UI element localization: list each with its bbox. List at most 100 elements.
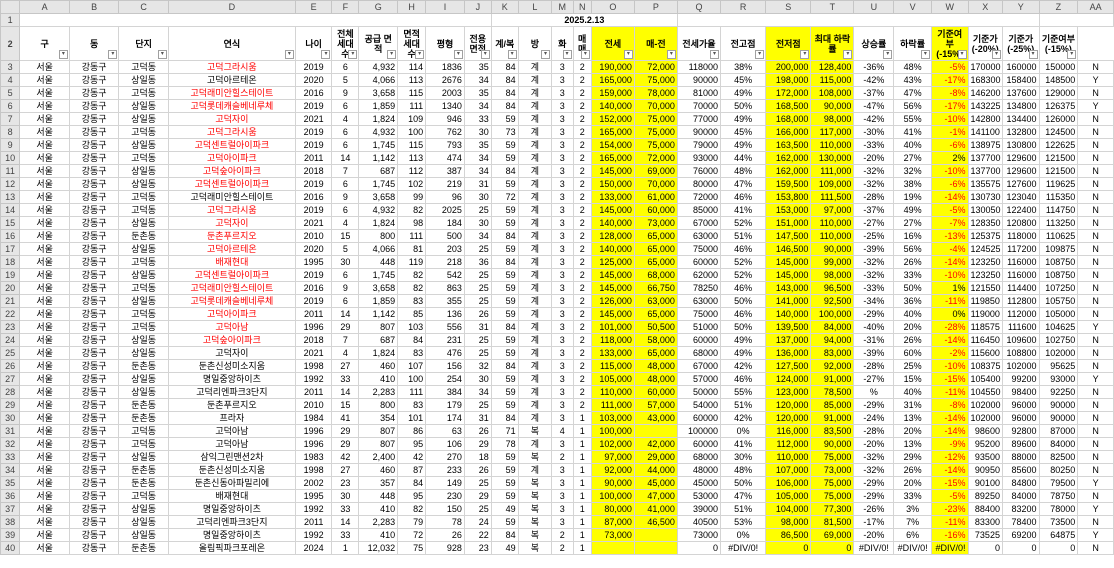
cell[interactable]: -15% [930, 476, 969, 490]
cell[interactable]: -2% [930, 346, 969, 360]
cell[interactable]: 51% [719, 502, 767, 516]
cell[interactable]: 서울 [19, 359, 70, 373]
cell[interactable]: 상일동 [118, 177, 169, 191]
cell[interactable]: 계 [517, 385, 553, 399]
cell[interactable]: -33% [853, 281, 895, 295]
row-number[interactable]: 22 [0, 307, 21, 321]
cell[interactable]: 고덕동 [118, 203, 169, 217]
cell[interactable]: 130050 [967, 203, 1003, 217]
cell[interactable]: 계 [517, 333, 553, 347]
cell[interactable]: 상일동 [118, 294, 169, 308]
cell[interactable]: 80,000 [590, 502, 635, 516]
cell[interactable]: 3 [551, 502, 574, 516]
cell[interactable]: 48% [719, 463, 767, 477]
cell[interactable]: 105,000 [590, 372, 635, 386]
cell[interactable]: 49% [719, 333, 767, 347]
cell[interactable]: 410 [358, 372, 399, 386]
cell[interactable]: 137,000 [765, 333, 812, 347]
cell[interactable]: 354 [358, 411, 399, 425]
cell[interactable]: 44,000 [633, 463, 678, 477]
cell[interactable]: 115 [397, 138, 427, 152]
cell[interactable]: 103 [397, 320, 427, 334]
cell[interactable]: 상일동 [118, 268, 169, 282]
cell[interactable]: 계 [517, 138, 553, 152]
cell[interactable]: 87,000 [590, 515, 635, 529]
cell[interactable]: 41% [719, 203, 767, 217]
cell[interactable]: 고덕아르테온 [167, 73, 296, 87]
cell[interactable]: 0 [1038, 541, 1079, 555]
cell[interactable]: 130800 [1001, 138, 1040, 152]
cell[interactable]: -32% [853, 450, 895, 464]
cell[interactable]: 15% [893, 372, 932, 386]
empty-cell[interactable] [1038, 13, 1114, 27]
cell[interactable]: 25% [893, 359, 932, 373]
cell[interactable]: 1 [572, 528, 592, 542]
cell[interactable]: 162,000 [765, 164, 812, 178]
cell[interactable]: 59 [490, 281, 519, 295]
cell[interactable]: 109600 [1001, 333, 1040, 347]
cell[interactable]: 2 [572, 294, 592, 308]
cell[interactable]: 127,500 [765, 359, 812, 373]
cell[interactable]: 59 [490, 151, 519, 165]
cell[interactable]: 60,000 [633, 203, 678, 217]
cell[interactable]: #DIV/0! [719, 541, 767, 555]
cell[interactable]: 29 [331, 424, 360, 438]
cell[interactable]: 2 [572, 385, 592, 399]
cell[interactable]: 2 [572, 216, 592, 230]
cell[interactable]: 3 [551, 268, 574, 282]
cell[interactable]: 둔촌신성미소지움 [167, 359, 296, 373]
row-number[interactable]: 13 [0, 190, 21, 204]
column-title[interactable]: 나이 ▾ [294, 26, 333, 61]
cell[interactable]: 2011 [294, 307, 333, 321]
cell[interactable]: 101 [397, 411, 427, 425]
cell[interactable]: 3 [551, 125, 574, 139]
cell[interactable]: 60% [893, 346, 932, 360]
cell[interactable]: 15 [331, 229, 360, 243]
cell[interactable]: -47% [853, 99, 895, 113]
cell[interactable]: 135575 [967, 177, 1003, 191]
cell[interactable]: 42% [719, 411, 767, 425]
cell[interactable]: 4,932 [358, 203, 399, 217]
cell[interactable]: 둔촌동 [118, 463, 169, 477]
cell[interactable]: 95200 [967, 437, 1003, 451]
cell[interactable]: 84 [490, 164, 519, 178]
cell[interactable]: 1 [572, 541, 592, 555]
cell[interactable]: 1998 [294, 463, 333, 477]
cell[interactable]: N [1077, 60, 1114, 74]
cell[interactable]: 45% [719, 125, 767, 139]
cell[interactable]: 0 [765, 541, 812, 555]
cell[interactable]: -39% [853, 242, 895, 256]
cell[interactable]: 고덕그라시움 [167, 60, 296, 74]
cell[interactable]: #DIV/0! [853, 541, 895, 555]
row-number[interactable]: 32 [0, 437, 21, 451]
cell[interactable]: 51% [719, 229, 767, 243]
cell[interactable]: 25 [463, 268, 492, 282]
spreadsheet-grid[interactable]: A B C D E F G H I J K L M N O P Q R S T U V W X Y Z AA 1 2025.2.13 2 구… [0, 0, 1114, 555]
cell[interactable]: Y [1077, 476, 1114, 490]
cell[interactable]: N [1077, 346, 1114, 360]
cell[interactable]: 190,000 [590, 60, 635, 74]
cell[interactable]: 98,000 [765, 515, 812, 529]
cell[interactable]: 3 [551, 385, 574, 399]
cell[interactable]: 계 [517, 203, 553, 217]
cell[interactable]: 460 [358, 463, 399, 477]
cell[interactable]: 75,000 [810, 450, 855, 464]
cell[interactable]: 63,000 [633, 294, 678, 308]
cell[interactable]: 4,932 [358, 60, 399, 74]
filter-dropdown-icon[interactable]: ▾ [507, 50, 517, 59]
cell[interactable]: 2,400 [358, 450, 399, 464]
cell[interactable]: 서울 [19, 320, 70, 334]
cell[interactable]: 1 [572, 489, 592, 503]
cell[interactable]: 강동구 [68, 307, 120, 321]
cell[interactable]: 27% [893, 216, 932, 230]
cell[interactable]: 2 [572, 138, 592, 152]
cell[interactable]: 29% [893, 450, 932, 464]
cell[interactable]: 83200 [1001, 502, 1040, 516]
cell[interactable]: 14 [331, 151, 360, 165]
cell[interactable]: 67000 [676, 216, 721, 230]
cell[interactable]: 1,142 [358, 307, 399, 321]
cell[interactable]: 69,000 [810, 528, 855, 542]
cell[interactable]: 서울 [19, 307, 70, 321]
cell[interactable]: 123250 [967, 255, 1003, 269]
cell[interactable]: 83300 [967, 515, 1003, 529]
